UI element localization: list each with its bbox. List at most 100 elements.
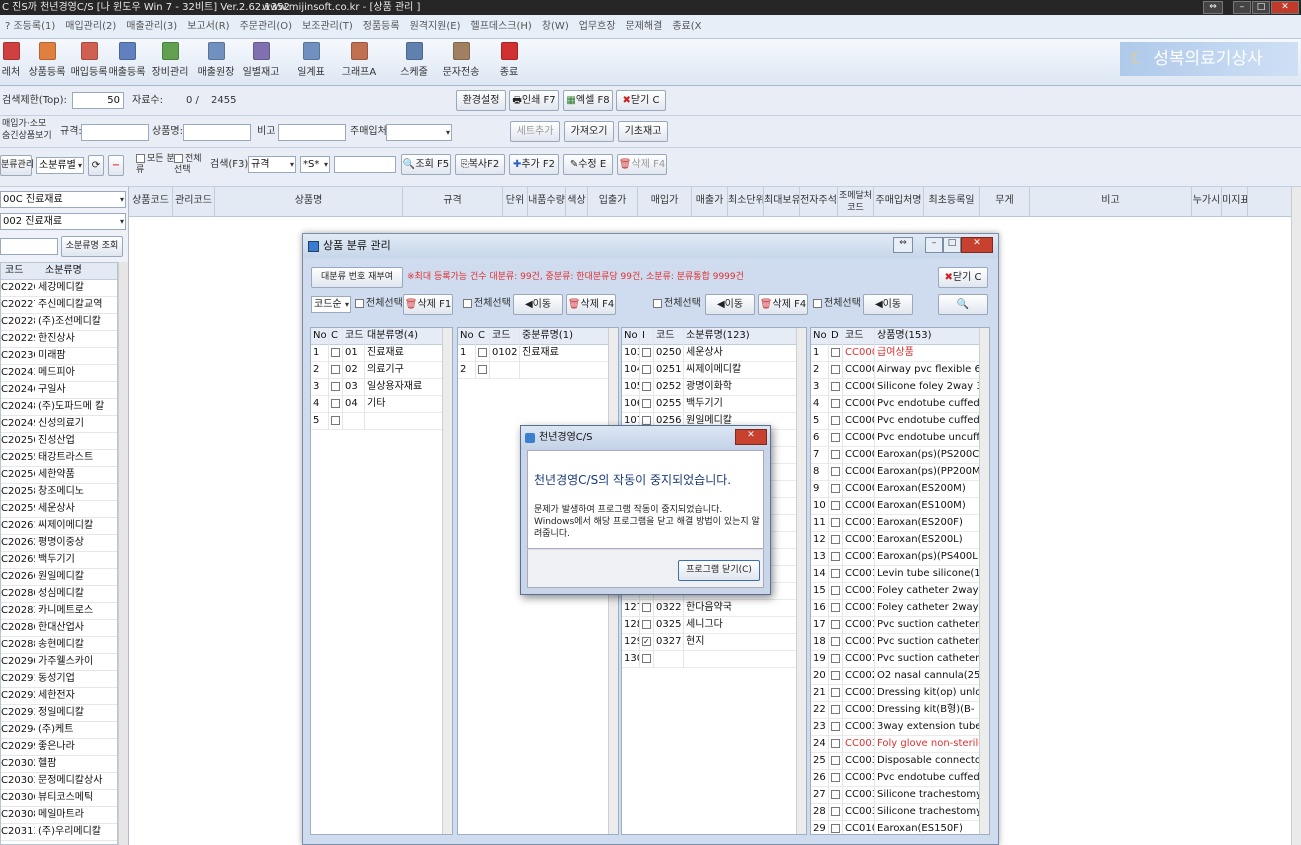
table-row[interactable]: 2 [458, 362, 618, 379]
table-row[interactable]: 3 CC0002Silicone foley 2way 3: [811, 379, 989, 396]
row-checkbox[interactable] [829, 685, 843, 702]
column-header[interactable]: 무게 [980, 187, 1030, 217]
top-limit-input[interactable]: 50 [72, 92, 124, 109]
table-row[interactable]: 2 02 의료기구 [311, 362, 452, 379]
list-item[interactable]: C20230미래팜 [1, 348, 117, 365]
list-item[interactable]: C20256세한약품 [1, 467, 117, 484]
row-checkbox[interactable] [829, 651, 843, 668]
column-header[interactable]: 입출가 [588, 187, 638, 217]
list-item[interactable]: C20258창조메디노 [1, 484, 117, 501]
close-program-button[interactable]: 프로그램 닫기(C) [678, 560, 760, 581]
table-row[interactable]: 27 CC0038Silicone trachestomy [811, 787, 989, 804]
column-header[interactable]: 비고 [1030, 187, 1192, 217]
table-row[interactable]: 10 CC0009Earoxan(ES100M) [811, 498, 989, 515]
panel-scrollbar[interactable] [979, 328, 989, 834]
table-row[interactable]: 130 [622, 651, 806, 668]
note-input[interactable] [278, 124, 346, 141]
list-item[interactable]: C20229한진상사 [1, 331, 117, 348]
row-checkbox[interactable] [640, 651, 654, 668]
maximize-icon[interactable]: □ [943, 237, 961, 253]
toolbar-button[interactable]: 매출등록 [106, 42, 148, 78]
refresh-icon[interactable]: ⟳ [88, 155, 104, 176]
menu-item[interactable]: 창(W) [537, 15, 574, 38]
table-row[interactable]: 17 CC0016Pvc suction catheter [811, 617, 989, 634]
row-checkbox[interactable] [829, 719, 843, 736]
copy-button[interactable]: ⎘복사F2 [455, 154, 505, 175]
menu-item[interactable]: 보고서(R) [182, 15, 234, 38]
row-checkbox[interactable] [640, 396, 654, 413]
class-select-2[interactable]: 002 진료재료 ▾ [0, 213, 126, 230]
row-checkbox[interactable] [829, 498, 843, 515]
table-row[interactable]: 2 CC0001Airway pvc flexible 66 [811, 362, 989, 379]
row-checkbox[interactable] [829, 464, 843, 481]
table-row[interactable]: 12 CC0011Earoxan(ES200L) [811, 532, 989, 549]
close-button[interactable]: ✖닫기 C [616, 90, 666, 111]
toolbar-button[interactable]: 일계표 [290, 42, 332, 78]
toolbar-button[interactable]: 상품등록 [26, 42, 68, 78]
code-order-select[interactable]: 코드순 ▾ [311, 296, 351, 313]
list-item[interactable]: C20290가주웰스카이 [1, 654, 117, 671]
row-checkbox[interactable] [329, 413, 343, 430]
mid-delete-button[interactable]: 🗑삭제 F4 [566, 294, 616, 315]
column-header[interactable]: 규격 [403, 187, 503, 217]
search-field-select[interactable]: 규격 ▾ [248, 156, 296, 173]
product-move-button[interactable]: ◀이동 [863, 294, 913, 315]
column-header[interactable]: 최초등록일 [924, 187, 980, 217]
table-row[interactable]: 1 01 진료재료 [311, 345, 452, 362]
row-checkbox[interactable] [829, 379, 843, 396]
row-checkbox[interactable] [476, 345, 490, 362]
toolbar-button[interactable]: 스케줄 [393, 42, 435, 78]
table-row[interactable]: 103 0250세운상사 [622, 345, 806, 362]
product-select-all-checkbox[interactable]: 전체선택 [813, 297, 861, 311]
product-grid-scrollbar[interactable] [1291, 187, 1301, 845]
table-row[interactable]: 23 CC00333way extension tube( [811, 719, 989, 736]
print-button[interactable]: 🖶인쇄 F7 [509, 90, 559, 111]
table-row[interactable]: 14 CC0013Levin tube silicone(14 [811, 566, 989, 583]
base-stock-button[interactable]: 기초재고 [618, 121, 668, 142]
table-row[interactable]: 4 CC0003Pvc endotube cuffed [811, 396, 989, 413]
table-row[interactable]: 106 0255백두기기 [622, 396, 806, 413]
row-checkbox[interactable] [829, 787, 843, 804]
row-checkbox[interactable] [829, 345, 843, 362]
row-checkbox[interactable] [829, 515, 843, 532]
list-item[interactable]: C20280성심메디칼 [1, 586, 117, 603]
list-item[interactable]: C20303문정메디칼상사 [1, 773, 117, 790]
panel-scrollbar[interactable] [796, 328, 806, 834]
big-delete-button[interactable]: 🗑삭제 F1 [403, 294, 453, 315]
row-checkbox[interactable] [829, 430, 843, 447]
row-checkbox[interactable] [829, 821, 843, 834]
table-row[interactable]: 5 [311, 413, 452, 430]
menu-item[interactable]: ? 조등록(1) [0, 15, 60, 38]
list-item[interactable]: C20259세운상사 [1, 501, 117, 518]
row-checkbox[interactable] [329, 379, 343, 396]
table-row[interactable]: 13 CC0012Earoxan(ps)(PS400L [811, 549, 989, 566]
close-icon[interactable]: ✕ [1271, 1, 1299, 14]
list-item[interactable]: C20288송현메디칼 [1, 637, 117, 654]
row-checkbox[interactable] [476, 362, 490, 379]
toolbar-button[interactable]: 레처 [0, 42, 22, 78]
table-row[interactable]: 9 CC0008Earoxan(ES200M) [811, 481, 989, 498]
row-checkbox[interactable] [829, 702, 843, 719]
table-row[interactable]: 4 04 기타 [311, 396, 452, 413]
close-icon[interactable]: ✕ [735, 429, 767, 445]
table-row[interactable]: 16 CC0015Foley catheter 2way 5 [811, 600, 989, 617]
column-header[interactable]: 누가시 [1192, 187, 1222, 217]
list-item[interactable]: C20308메일마트라 [1, 807, 117, 824]
row-checkbox[interactable] [829, 736, 843, 753]
menu-item[interactable]: 정품등록 [358, 15, 405, 38]
table-row[interactable]: 105 0252광명이화학 [622, 379, 806, 396]
row-checkbox[interactable] [829, 600, 843, 617]
small-select-all-checkbox[interactable]: 전체선택 [653, 297, 701, 311]
list-item[interactable]: C20302헬팜 [1, 756, 117, 773]
list-item[interactable]: C20266원일메디칼 [1, 569, 117, 586]
panel-scrollbar[interactable] [442, 328, 452, 834]
toolbar-button[interactable]: 매출원장 [195, 42, 237, 78]
sub-class-search-input[interactable] [0, 238, 58, 255]
list-item[interactable]: C20261씨제이메디칼 [1, 518, 117, 535]
menu-item[interactable]: 매출관리(3) [121, 15, 182, 38]
table-row[interactable]: 1 0102 진료재료 [458, 345, 618, 362]
table-row[interactable]: 15 CC0014Foley catheter 2way 5 [811, 583, 989, 600]
list-item[interactable]: C20293정일메디칼 [1, 705, 117, 722]
table-row[interactable]: 6 CC0005Pvc endotube uncuff [811, 430, 989, 447]
table-row[interactable]: 129✓0327현지 [622, 634, 806, 651]
